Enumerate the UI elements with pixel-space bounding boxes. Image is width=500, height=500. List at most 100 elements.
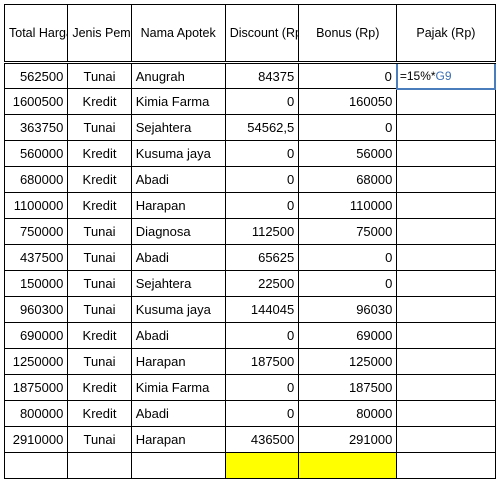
cell-bonus[interactable]: 125000 bbox=[299, 349, 397, 375]
cell-total[interactable]: 960300 bbox=[5, 297, 68, 323]
cell-jenis[interactable] bbox=[68, 453, 131, 479]
cell-jenis[interactable]: Tunai bbox=[68, 63, 131, 89]
cell-jenis[interactable]: Tunai bbox=[68, 427, 131, 453]
cell-pajak[interactable]: =15%*G9 bbox=[397, 63, 495, 89]
cell-nama[interactable]: Anugrah bbox=[131, 63, 225, 89]
cell-bonus[interactable]: 0 bbox=[299, 115, 397, 141]
cell-discount[interactable]: 22500 bbox=[225, 271, 299, 297]
cell-discount[interactable]: 84375 bbox=[225, 63, 299, 89]
cell-jenis[interactable]: Kredit bbox=[68, 323, 131, 349]
cell-total[interactable]: 800000 bbox=[5, 401, 68, 427]
cell-nama[interactable]: Sejahtera bbox=[131, 115, 225, 141]
cell-nama[interactable]: Kusuma jaya bbox=[131, 297, 225, 323]
header-bonus[interactable]: Bonus (Rp) bbox=[299, 5, 397, 63]
cell-jenis[interactable]: Kredit bbox=[68, 375, 131, 401]
cell-discount[interactable]: 65625 bbox=[225, 245, 299, 271]
cell-pajak[interactable] bbox=[397, 401, 495, 427]
cell-pajak[interactable] bbox=[397, 141, 495, 167]
cell-bonus[interactable]: 69000 bbox=[299, 323, 397, 349]
cell-bonus[interactable]: 75000 bbox=[299, 219, 397, 245]
cell-total[interactable] bbox=[5, 453, 68, 479]
cell-jenis[interactable]: Tunai bbox=[68, 245, 131, 271]
cell-total[interactable]: 1100000 bbox=[5, 193, 68, 219]
cell-total[interactable]: 363750 bbox=[5, 115, 68, 141]
cell-jenis[interactable]: Kredit bbox=[68, 89, 131, 115]
cell-total[interactable]: 1600500 bbox=[5, 89, 68, 115]
cell-pajak[interactable] bbox=[397, 271, 495, 297]
cell-pajak[interactable] bbox=[397, 453, 495, 479]
cell-discount[interactable]: 0 bbox=[225, 401, 299, 427]
cell-bonus[interactable]: 187500 bbox=[299, 375, 397, 401]
cell-nama[interactable]: Abadi bbox=[131, 167, 225, 193]
cell-discount[interactable]: 0 bbox=[225, 193, 299, 219]
cell-discount[interactable]: 0 bbox=[225, 167, 299, 193]
cell-bonus[interactable]: 96030 bbox=[299, 297, 397, 323]
cell-bonus[interactable]: 68000 bbox=[299, 167, 397, 193]
cell-nama[interactable]: Diagnosa bbox=[131, 219, 225, 245]
cell-bonus[interactable]: 110000 bbox=[299, 193, 397, 219]
cell-total[interactable]: 2910000 bbox=[5, 427, 68, 453]
cell-pajak[interactable] bbox=[397, 219, 495, 245]
cell-total[interactable]: 1250000 bbox=[5, 349, 68, 375]
cell-pajak[interactable] bbox=[397, 115, 495, 141]
cell-nama[interactable]: Kimia Farma bbox=[131, 89, 225, 115]
cell-nama[interactable]: Harapan bbox=[131, 427, 225, 453]
cell-jenis[interactable]: Kredit bbox=[68, 193, 131, 219]
cell-discount[interactable] bbox=[225, 453, 299, 479]
cell-discount[interactable]: 436500 bbox=[225, 427, 299, 453]
cell-bonus[interactable]: 0 bbox=[299, 271, 397, 297]
header-pajak[interactable]: Pajak (Rp) bbox=[397, 5, 495, 63]
cell-bonus[interactable]: 160050 bbox=[299, 89, 397, 115]
cell-total[interactable]: 560000 bbox=[5, 141, 68, 167]
cell-bonus[interactable]: 0 bbox=[299, 63, 397, 89]
cell-jenis[interactable]: Tunai bbox=[68, 271, 131, 297]
header-jenis[interactable]: Jenis Pembaya ran bbox=[68, 5, 131, 63]
cell-jenis[interactable]: Kredit bbox=[68, 401, 131, 427]
cell-nama[interactable]: Kusuma jaya bbox=[131, 141, 225, 167]
cell-nama[interactable]: Abadi bbox=[131, 245, 225, 271]
cell-total[interactable]: 150000 bbox=[5, 271, 68, 297]
cell-discount[interactable]: 54562,5 bbox=[225, 115, 299, 141]
cell-discount[interactable]: 144045 bbox=[225, 297, 299, 323]
cell-total[interactable]: 562500 bbox=[5, 63, 68, 89]
cell-total[interactable]: 1875000 bbox=[5, 375, 68, 401]
cell-nama[interactable]: Harapan bbox=[131, 193, 225, 219]
cell-nama[interactable]: Kimia Farma bbox=[131, 375, 225, 401]
cell-pajak[interactable] bbox=[397, 297, 495, 323]
cell-discount[interactable]: 0 bbox=[225, 375, 299, 401]
cell-jenis[interactable]: Tunai bbox=[68, 349, 131, 375]
cell-pajak[interactable] bbox=[397, 427, 495, 453]
cell-total[interactable]: 750000 bbox=[5, 219, 68, 245]
cell-discount[interactable]: 187500 bbox=[225, 349, 299, 375]
cell-bonus[interactable]: 80000 bbox=[299, 401, 397, 427]
cell-pajak[interactable] bbox=[397, 349, 495, 375]
cell-total[interactable]: 680000 bbox=[5, 167, 68, 193]
cell-pajak[interactable] bbox=[397, 167, 495, 193]
cell-nama[interactable]: Abadi bbox=[131, 323, 225, 349]
cell-jenis[interactable]: Tunai bbox=[68, 219, 131, 245]
cell-nama[interactable] bbox=[131, 453, 225, 479]
cell-nama[interactable]: Sejahtera bbox=[131, 271, 225, 297]
cell-total[interactable]: 690000 bbox=[5, 323, 68, 349]
header-total[interactable]: Total Harga (Rp) bbox=[5, 5, 68, 63]
cell-discount[interactable]: 0 bbox=[225, 323, 299, 349]
cell-jenis[interactable]: Kredit bbox=[68, 167, 131, 193]
cell-jenis[interactable]: Kredit bbox=[68, 141, 131, 167]
cell-pajak[interactable] bbox=[397, 245, 495, 271]
cell-bonus[interactable]: 291000 bbox=[299, 427, 397, 453]
cell-bonus[interactable]: 56000 bbox=[299, 141, 397, 167]
header-discount[interactable]: Discount (Rp) bbox=[225, 5, 299, 63]
cell-pajak[interactable] bbox=[397, 375, 495, 401]
cell-total[interactable]: 437500 bbox=[5, 245, 68, 271]
cell-discount[interactable]: 0 bbox=[225, 89, 299, 115]
header-nama[interactable]: Nama Apotek bbox=[131, 5, 225, 63]
cell-pajak[interactable] bbox=[397, 193, 495, 219]
cell-discount[interactable]: 0 bbox=[225, 141, 299, 167]
cell-discount[interactable]: 112500 bbox=[225, 219, 299, 245]
cell-jenis[interactable]: Tunai bbox=[68, 297, 131, 323]
spreadsheet-table[interactable]: Total Harga (Rp) Jenis Pembaya ran Nama … bbox=[4, 4, 496, 479]
cell-bonus[interactable]: 0 bbox=[299, 245, 397, 271]
cell-nama[interactable]: Abadi bbox=[131, 401, 225, 427]
cell-bonus[interactable] bbox=[299, 453, 397, 479]
cell-jenis[interactable]: Tunai bbox=[68, 115, 131, 141]
